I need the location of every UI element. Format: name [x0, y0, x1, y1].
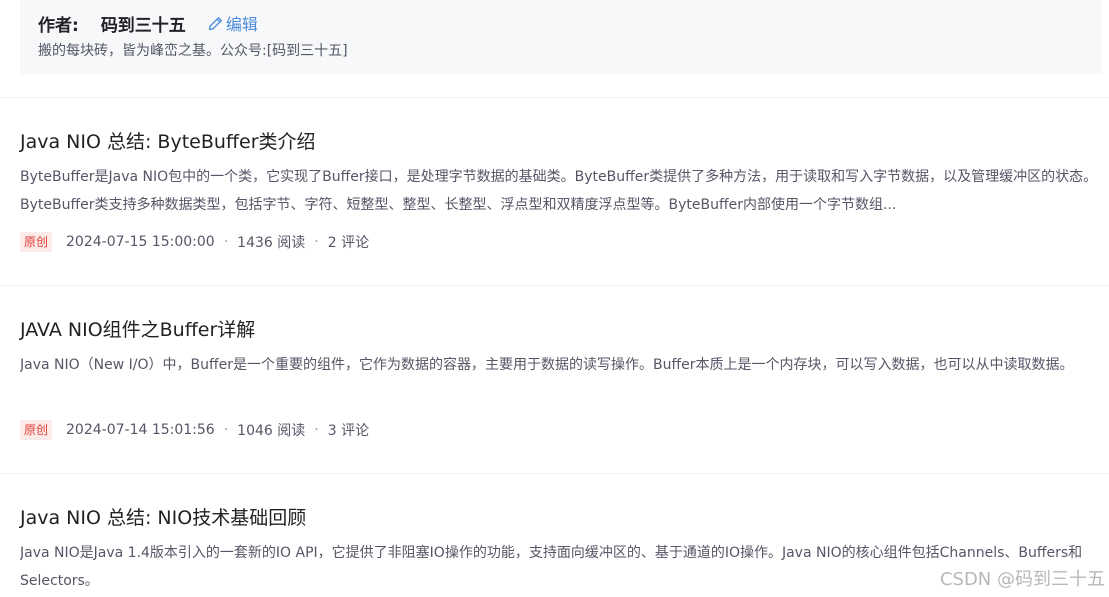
pencil-icon — [208, 16, 222, 30]
article-comments[interactable]: 3 评论 — [328, 420, 369, 440]
original-badge: 原创 — [20, 420, 53, 440]
divider — [0, 473, 1109, 474]
article-reads: 1436 阅读 — [237, 235, 306, 251]
author-name[interactable]: 码到三十五 — [101, 11, 186, 36]
meta-separator: · — [223, 422, 229, 438]
meta-separator: · — [314, 234, 319, 250]
article-item: JAVA NIO组件之Buffer详解 Java NIO（New I/O）中，B… — [20, 315, 1100, 445]
article-summary[interactable]: Java NIO（New I/O）中，Buffer是一个重要的组件，它作为数据的… — [20, 351, 1098, 379]
meta-separator: · — [314, 422, 319, 438]
article-summary[interactable]: Java NIO是Java 1.4版本引入的一套新的IO API，它提供了非阻塞… — [20, 539, 1098, 595]
article-meta: 原创 2024-07-14 15:01:56 · 1046 阅读 · 3 评论 — [20, 419, 369, 441]
author-info-box: 作者: 码到三十五 编辑 搬的每块砖，皆为峰峦之基。公众号:[码到三十五] — [20, 0, 1102, 74]
article-title[interactable]: Java NIO 总结: NIO技术基础回顾 — [20, 503, 306, 530]
author-line: 作者: 码到三十五 编辑 — [38, 11, 258, 36]
article-title[interactable]: Java NIO 总结: ByteBuffer类介绍 — [20, 127, 316, 154]
csdn-watermark: CSDN @码到三十五 — [939, 569, 1105, 590]
article-reads: 1046 阅读 — [237, 423, 306, 439]
article-item: Java NIO 总结: NIO技术基础回顾 Java NIO是Java 1.4… — [20, 503, 1100, 597]
article-datetime: 2024-07-15 15:00:00 — [66, 234, 215, 250]
edit-label: 编辑 — [225, 15, 258, 34]
meta-separator: · — [223, 234, 229, 250]
divider — [0, 97, 1109, 98]
article-comments[interactable]: 2 评论 — [328, 232, 369, 252]
edit-link[interactable]: 编辑 — [208, 11, 258, 35]
article-list-page: 作者: 码到三十五 编辑 搬的每块砖，皆为峰峦之基。公众号:[码到三十五] Ja… — [0, 0, 1109, 597]
author-label: 作者: — [38, 15, 79, 36]
article-meta: 原创 2024-07-15 15:00:00 · 1436 阅读 · 2 评论 — [20, 231, 369, 253]
article-item: Java NIO 总结: ByteBuffer类介绍 ByteBuffer是Ja… — [20, 127, 1100, 257]
divider — [0, 285, 1109, 286]
author-motto: 搬的每块砖，皆为峰峦之基。公众号:[码到三十五] — [38, 43, 348, 59]
article-summary[interactable]: ByteBuffer是Java NIO包中的一个类，它实现了Buffer接口，是… — [20, 163, 1098, 219]
original-badge: 原创 — [20, 232, 53, 252]
article-datetime: 2024-07-14 15:01:56 — [66, 422, 215, 438]
article-title[interactable]: JAVA NIO组件之Buffer详解 — [20, 315, 255, 342]
